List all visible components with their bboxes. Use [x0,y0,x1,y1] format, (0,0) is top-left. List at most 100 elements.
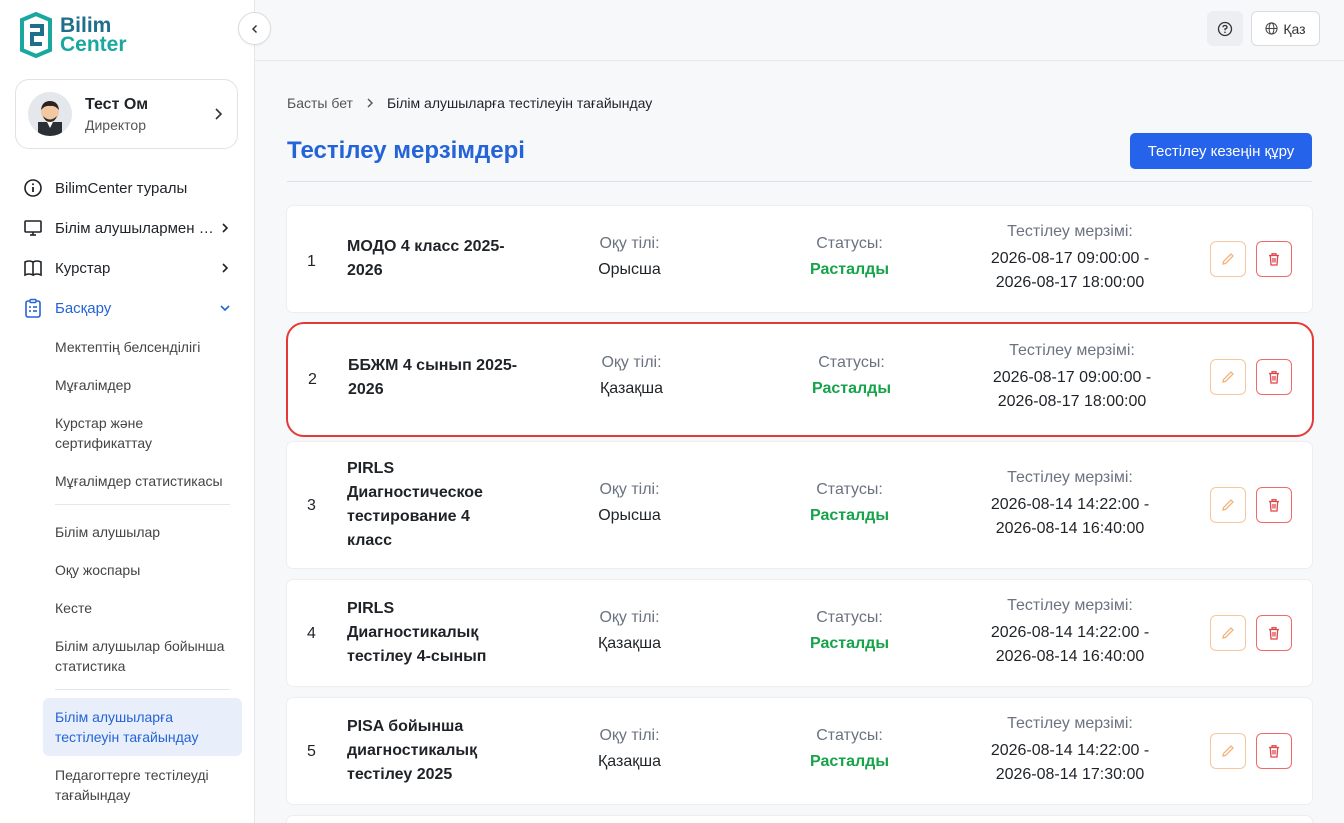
sidebar-item-courses[interactable]: Курстар [0,248,255,288]
profile-role: Директор [85,116,146,133]
sidebar-subitem-courses-certification[interactable]: Курстар және сертификаттау [55,404,235,462]
edit-button[interactable] [1210,733,1246,769]
language-label: Оқу тілі: [599,727,660,744]
sidebar-divider [55,689,230,690]
test-period-card-partial [287,816,1312,823]
profile-card[interactable]: Тест Ом Директор [15,79,238,149]
date-start: 2026-08-14 14:22:00 - [990,624,1150,641]
test-name: PIRLS Диагностическое тестирование 4 кла… [347,460,483,549]
monitor-icon [24,220,42,236]
edit-button[interactable] [1210,359,1246,395]
pencil-icon [1222,253,1234,265]
sidebar-item-label: BilimCenter туралы [55,179,188,197]
row-number: 2 [308,371,317,388]
help-button[interactable] [1207,11,1243,46]
test-period-card-highlighted: 2 ББЖМ 4 сынып 2025-2026 Оқу тілі: Қазақш… [286,322,1314,437]
sidebar-subitem-school-activity[interactable]: Мектептің белсенділігі [55,328,235,366]
edit-button[interactable] [1210,241,1246,277]
collapse-sidebar-button[interactable] [238,12,271,45]
row-number: 1 [307,253,316,270]
language-switcher[interactable]: Қаз [1251,11,1320,46]
sidebar-subitem-student-stats[interactable]: Білім алушылар бойынша статистика [55,627,235,685]
date-end: 2026-08-14 16:40:00 [995,648,1145,665]
sidebar-item-manage[interactable]: Басқару [0,288,255,328]
status-value: Расталды [810,507,889,524]
chevron-right-icon [222,223,229,233]
edit-button[interactable] [1210,615,1246,651]
language-value: Қазақша [597,635,661,652]
chevron-right-icon [222,263,229,273]
info-icon [24,179,42,197]
language-value: Қазақша [597,753,661,770]
date-end: 2026-08-14 16:40:00 [995,520,1145,537]
globe-icon [1265,22,1278,35]
date-end: 2026-08-14 17:30:00 [995,766,1145,783]
test-name: ББЖМ 4 сынып 2025-2026 [348,357,518,398]
sidebar-item-label: Басқару [55,299,112,317]
language-label: Оқу тілі: [599,481,660,498]
row-number: 4 [307,625,316,642]
pencil-icon [1222,499,1234,511]
language-label: Оқу тілі: [599,609,660,626]
date-end: 2026-08-17 18:00:00 [997,393,1147,410]
test-name: PIRLS Диагностикалық тестілеу 4-сынып [347,600,487,665]
avatar [28,92,72,136]
sidebar-submenu: Білім алушылар Оқу жоспары Кесте Білім а… [0,513,255,685]
create-test-period-button[interactable]: Тестілеу кезеңін құру [1130,133,1312,169]
sidebar-subitem-students[interactable]: Білім алушылар [55,513,235,551]
question-circle-icon [1217,21,1233,36]
test-name: МОДО 4 класс 2025-2026 [347,238,505,279]
sidebar-subitem-teacher-stats[interactable]: Мұғалімдер статистикасы [55,462,235,500]
status-value: Расталды [810,635,889,652]
language-label: Оқу тілі: [599,235,660,252]
sidebar-item-about[interactable]: BilimCenter туралы [0,168,255,208]
sidebar-subitem-curriculum[interactable]: Оқу жоспары [55,551,235,589]
sidebar-subitem-assign-student-tests[interactable]: Білім алушыларға тестілеуін тағайындау [43,698,242,756]
trash-icon [1269,745,1279,758]
test-period-card: 5 PISA бойынша диагностикалық тестілеу 2… [287,698,1312,804]
logo[interactable]: Bilim Center [18,12,127,58]
breadcrumb-home[interactable]: Басты бет [287,95,353,111]
status-label: Статусы: [818,354,885,371]
test-name: PISA бойынша диагностикалық тестілеу 202… [347,718,478,783]
book-icon [24,260,42,277]
date-label: Тестілеу мерзімі: [1009,342,1135,359]
row-number: 3 [307,497,316,514]
sidebar-subitem-schedule[interactable]: Кесте [55,589,235,627]
date-start: 2026-08-14 14:22:00 - [990,742,1150,759]
sidebar-divider [55,504,230,505]
header-divider [287,181,1312,182]
sidebar-item-students[interactable]: Білім алушылармен жұмыс [0,208,255,248]
sidebar-item-label: Курстар [55,259,111,277]
clipboard-icon [25,298,41,318]
topbar: Қаз [255,0,1344,61]
language-label: Қаз [1283,20,1306,37]
trash-icon [1269,627,1279,640]
chevron-right-icon [367,98,373,108]
sidebar-subitem-teachers[interactable]: Мұғалімдер [55,366,235,404]
pencil-icon [1222,627,1234,639]
sidebar-submenu: Мектептің белсенділігі Мұғалімдер Курста… [0,328,255,500]
sidebar-subitem-assign-teacher-tests[interactable]: Педагогтерге тестілеуді тағайындау [55,756,235,814]
bilimcenter-logo-icon [20,12,52,58]
breadcrumb: Басты бет Білім алушыларға тестілеуін та… [287,95,652,111]
delete-button[interactable] [1256,733,1292,769]
language-value: Орысша [598,507,661,524]
sidebar: Bilim Center Тест Ом Директор BilimCente… [0,0,255,823]
date-start: 2026-08-17 09:00:00 - [992,369,1152,386]
test-period-card: 1 МОДО 4 класс 2025-2026 Оқу тілі: Орысша… [287,206,1312,312]
edit-button[interactable] [1210,487,1246,523]
chevron-left-icon [251,24,257,33]
date-label: Тестілеу мерзімі: [1007,223,1133,240]
status-value: Расталды [810,753,889,770]
breadcrumb-current: Білім алушыларға тестілеуін тағайындау [386,95,653,111]
delete-button[interactable] [1256,241,1292,277]
chevron-down-icon [220,305,230,312]
status-label: Статусы: [816,609,883,626]
delete-button[interactable] [1256,615,1292,651]
language-label: Оқу тілі: [601,354,662,371]
row-number: 5 [307,743,316,760]
date-start: 2026-08-14 14:22:00 - [990,496,1150,513]
delete-button[interactable] [1256,359,1292,395]
delete-button[interactable] [1256,487,1292,523]
